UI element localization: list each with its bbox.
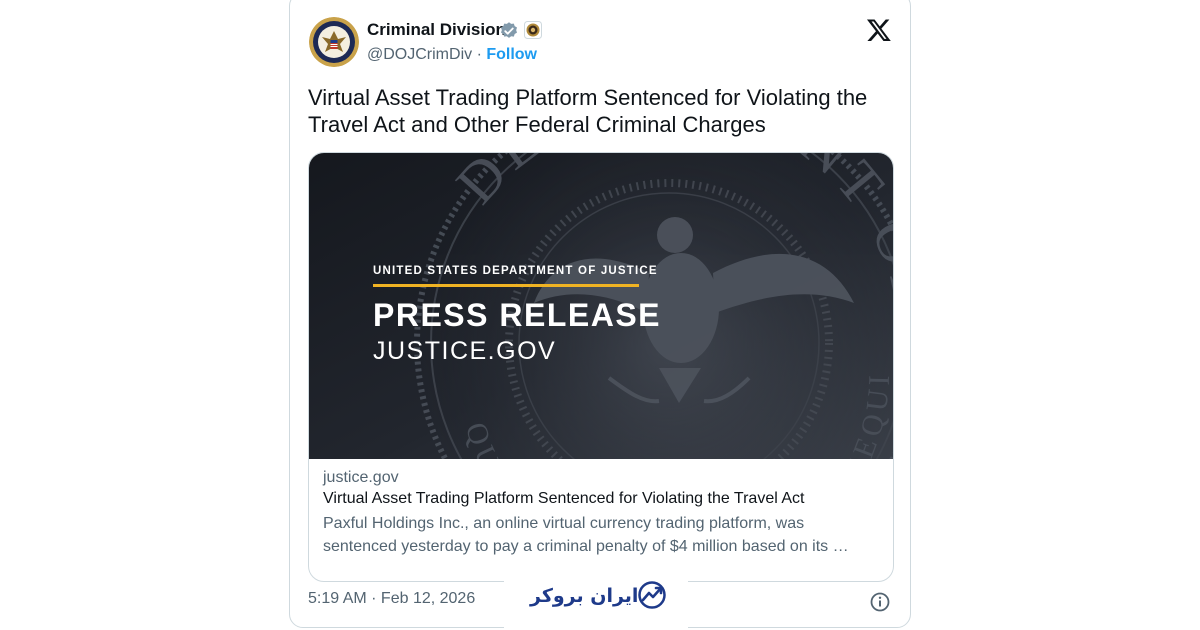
gold-rule: [373, 284, 639, 287]
justice-gov-text: JUSTICE.GOV: [373, 337, 556, 365]
user-handle[interactable]: @DOJCrimDiv: [367, 46, 472, 63]
affiliate-badge-icon[interactable]: [524, 21, 542, 39]
link-preview-card[interactable]: DEPARTMENT OF JUSTICE QUI PRO DOMINA JUS…: [308, 152, 894, 582]
watermark-overlay: ایران بروکر: [504, 563, 688, 629]
handle-separator: ·: [472, 46, 487, 63]
tweet-text: Virtual Asset Trading Platform Sentenced…: [308, 85, 868, 137]
press-release-headline: PRESS RELEASE: [373, 297, 661, 333]
doj-seal-avatar: [309, 17, 359, 67]
org-line: UNITED STATES DEPARTMENT OF JUSTICE: [373, 265, 658, 277]
tweet-card[interactable]: Criminal Division @DOJCrimDiv · Follow V…: [289, 0, 911, 629]
follow-button[interactable]: Follow: [486, 46, 537, 63]
link-card-meta: justice.gov Virtual Asset Trading Platfo…: [323, 469, 881, 558]
info-icon[interactable]: [869, 591, 891, 613]
tweet-timestamp[interactable]: 5:19 AM · Feb 12, 2026: [308, 590, 475, 608]
chart-trend-icon: [638, 581, 666, 609]
display-name[interactable]: Criminal Division: [367, 20, 506, 40]
card-domain: justice.gov: [323, 469, 399, 486]
x-logo-icon[interactable]: [866, 17, 892, 43]
verified-badge-icon: [499, 21, 519, 41]
avatar[interactable]: [309, 17, 359, 67]
card-description: Paxful Holdings Inc., an online virtual …: [323, 515, 849, 555]
handle-row: @DOJCrimDiv · Follow: [367, 46, 537, 64]
watermark-logo: ایران بروکر: [529, 581, 666, 609]
press-release-image: DEPARTMENT OF JUSTICE QUI PRO DOMINA JUS…: [309, 153, 893, 459]
card-title[interactable]: Virtual Asset Trading Platform Sentenced…: [323, 490, 881, 508]
watermark-text: ایران بروکر: [529, 585, 638, 607]
